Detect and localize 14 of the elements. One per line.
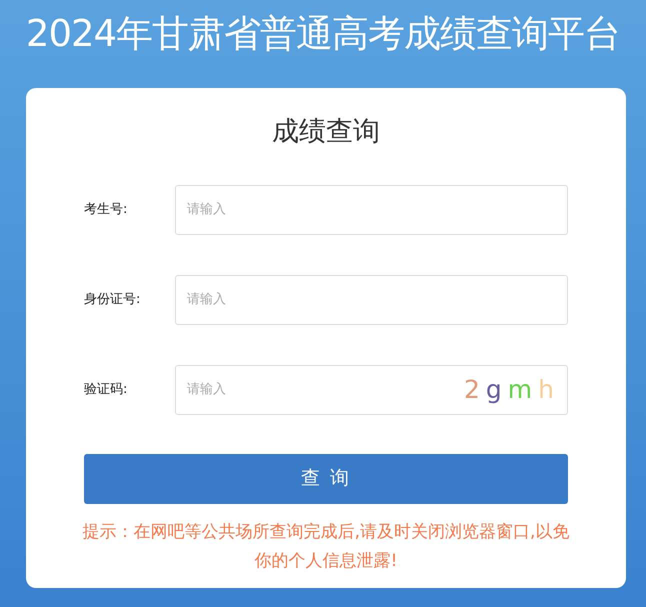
query-button[interactable]: 查 询 xyxy=(84,454,568,504)
notice-text: 提示：在网吧等公共场所查询完成后,请及时关闭浏览器窗口,以免你的个人信息泄露! xyxy=(82,520,570,572)
page-title: 2024年甘肃省普通高考成绩查询平台 xyxy=(24,11,622,57)
field-label: 考生号: xyxy=(84,202,128,217)
input-field[interactable]: 请输入 xyxy=(175,274,568,324)
captcha-character: m xyxy=(508,374,532,406)
captcha-character: 2 xyxy=(464,374,480,406)
captcha-character: g xyxy=(486,374,502,406)
captcha-character: h xyxy=(538,374,554,406)
captcha-image[interactable]: 2 g m h xyxy=(464,370,554,408)
field-label: 验证码: xyxy=(84,382,128,397)
field-label: 身份证号: xyxy=(84,292,140,307)
form-title: 成绩查询 xyxy=(271,115,381,149)
input-field[interactable]: 请输入 xyxy=(175,184,568,234)
